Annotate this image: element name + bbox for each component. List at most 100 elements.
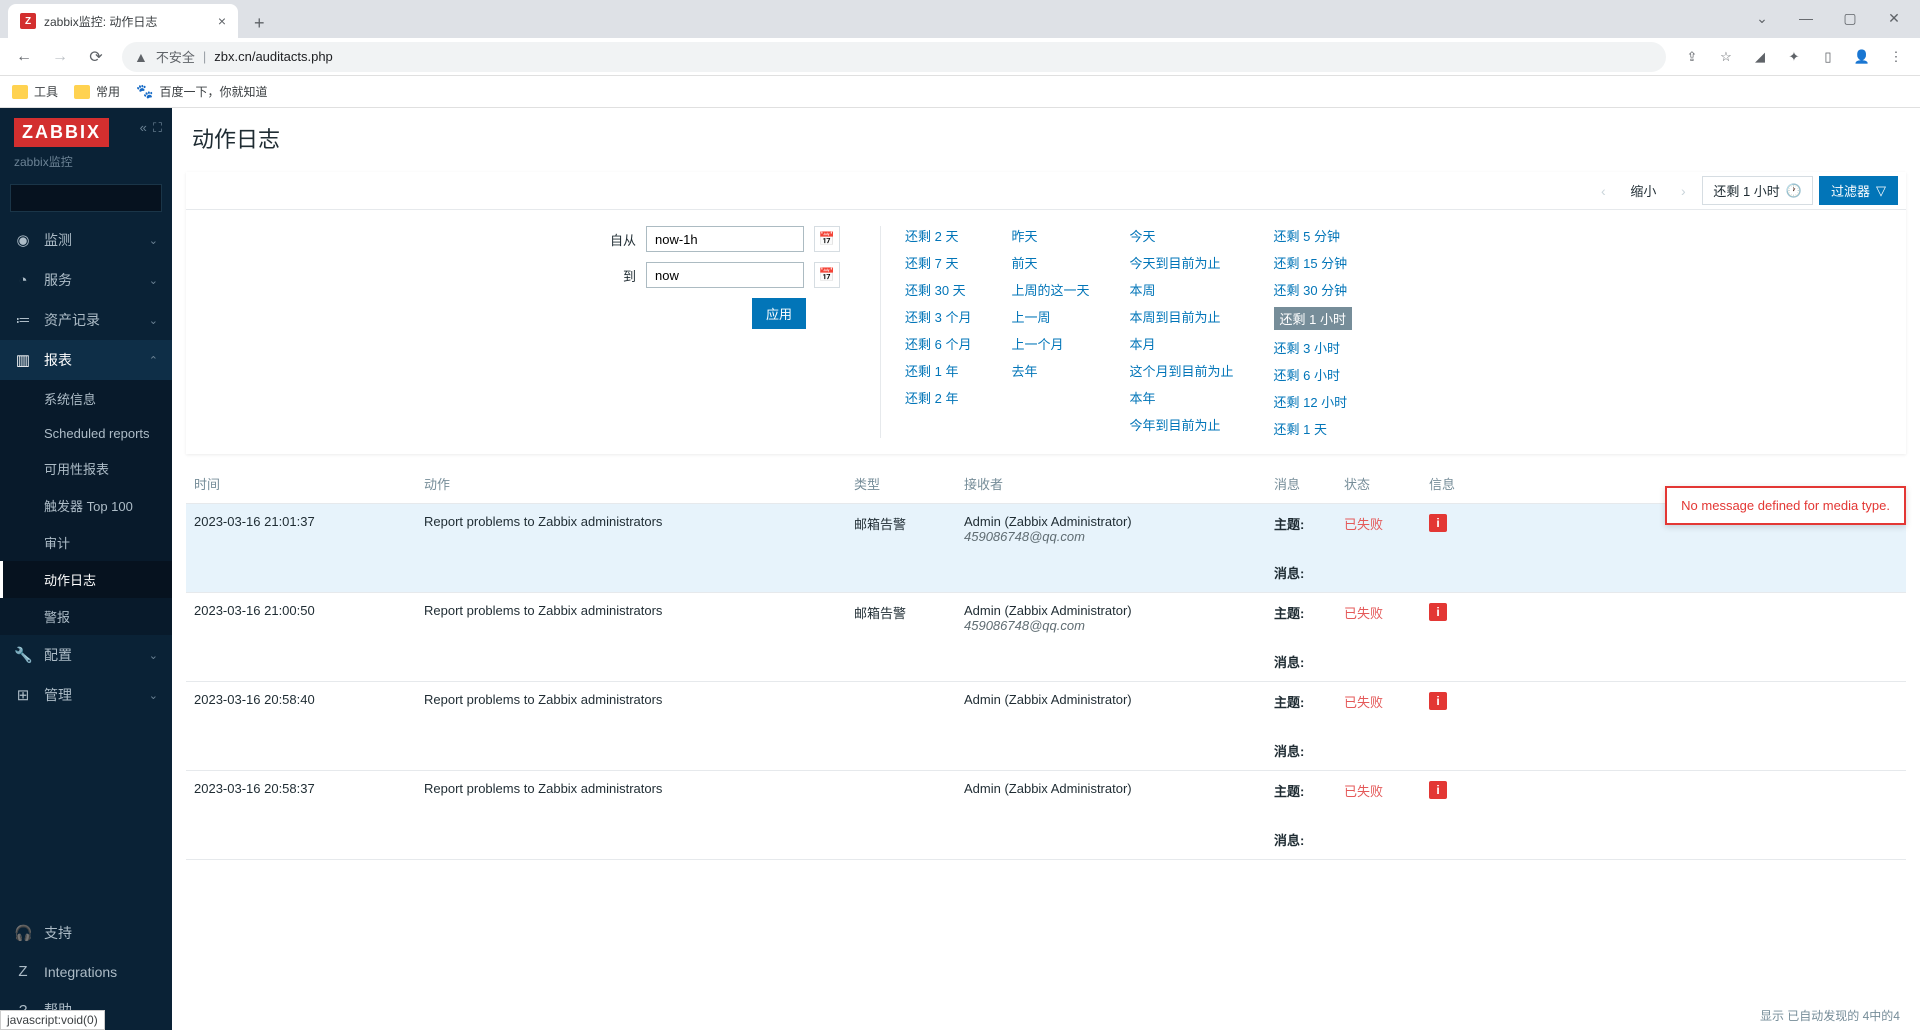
error-info-icon[interactable]: i (1429, 692, 1447, 710)
sidebar-item[interactable]: ◉监测⌄ (0, 220, 172, 260)
time-preset[interactable]: 今天 (1129, 226, 1233, 245)
time-preset[interactable]: 本月 (1129, 334, 1233, 353)
time-preset[interactable]: 还剩 1 年 (905, 361, 971, 380)
menu-icon[interactable]: ⋮ (1880, 41, 1912, 73)
time-range-tab[interactable]: 还剩 1 小时 🕐 (1702, 176, 1813, 205)
chevron-down-icon[interactable]: ⌄ (1740, 4, 1784, 32)
time-preset[interactable]: 还剩 1 天 (1274, 419, 1352, 438)
close-window-icon[interactable]: ✕ (1872, 4, 1916, 32)
profile-icon[interactable]: 👤 (1846, 41, 1878, 73)
bookmark-item[interactable]: 🐾百度一下，你就知道 (136, 83, 267, 100)
sidebar-item[interactable]: ◔服务⌄ (0, 260, 172, 300)
time-preset[interactable]: 还剩 5 分钟 (1274, 226, 1352, 245)
time-preset[interactable]: 本年 (1129, 388, 1233, 407)
time-preset[interactable]: 还剩 30 分钟 (1274, 280, 1352, 299)
time-preset[interactable]: 还剩 2 年 (905, 388, 971, 407)
share-icon[interactable]: ⇪ (1676, 41, 1708, 73)
bookmark-star-icon[interactable]: ☆ (1710, 41, 1742, 73)
devtools-icon[interactable]: ◢ (1744, 41, 1776, 73)
time-preset[interactable]: 还剩 12 小时 (1274, 392, 1352, 411)
tab-title: zabbix监控: 动作日志 (44, 13, 210, 30)
time-preset[interactable]: 还剩 6 个月 (905, 334, 971, 353)
bookmark-folder[interactable]: 工具 (12, 83, 58, 100)
collapse-icon[interactable]: « (140, 120, 147, 136)
apply-button[interactable]: 应用 (752, 298, 806, 329)
time-preset[interactable]: 本周到目前为止 (1129, 307, 1233, 326)
time-preset[interactable]: 昨天 (1011, 226, 1089, 245)
error-info-icon[interactable]: i (1429, 603, 1447, 621)
error-info-icon[interactable]: i (1429, 781, 1447, 799)
time-preset[interactable]: 上一周 (1011, 307, 1089, 326)
filter-toggle-button[interactable]: 过滤器 ▽ (1819, 176, 1898, 205)
time-preset[interactable]: 上周的这一天 (1011, 280, 1089, 299)
sidebar-subitem[interactable]: 系统信息 (0, 380, 172, 417)
time-preset[interactable]: 还剩 30 天 (905, 280, 971, 299)
browser-tab[interactable]: Z zabbix监控: 动作日志 × (8, 4, 238, 38)
minimize-icon[interactable]: — (1784, 4, 1828, 32)
col-message[interactable]: 消息 (1266, 464, 1336, 504)
sidebar-bottom-item[interactable]: 🎧支持 (0, 913, 172, 953)
time-preset[interactable]: 还剩 3 个月 (905, 307, 971, 326)
time-prev-icon[interactable]: ‹ (1590, 178, 1616, 204)
col-time[interactable]: 时间 (186, 464, 416, 504)
forward-button[interactable]: → (44, 41, 76, 73)
time-preset[interactable]: 这个月到目前为止 (1129, 361, 1233, 380)
time-preset[interactable]: 还剩 6 小时 (1274, 365, 1352, 384)
col-action[interactable]: 动作 (416, 464, 846, 504)
reload-button[interactable]: ⟳ (80, 41, 112, 73)
cell-status: 已失败 (1336, 682, 1421, 771)
menu-label: 管理 (44, 685, 72, 705)
time-preset[interactable]: 本周 (1129, 280, 1233, 299)
time-preset[interactable]: 今年到目前为止 (1129, 415, 1233, 434)
cell-status: 已失败 (1336, 593, 1421, 682)
new-tab-button[interactable]: + (246, 9, 273, 38)
sidebar-subitem[interactable]: Scheduled reports (0, 417, 172, 450)
tab-close-icon[interactable]: × (218, 13, 226, 29)
cell-time: 2023-03-16 21:00:50 (186, 593, 416, 682)
folder-icon (12, 85, 28, 99)
from-input[interactable] (646, 226, 804, 252)
logo[interactable]: ZABBIX (14, 118, 109, 147)
sidebar-subitem[interactable]: 动作日志 (0, 561, 172, 598)
time-preset[interactable]: 今天到目前为止 (1129, 253, 1233, 272)
time-preset[interactable]: 还剩 2 天 (905, 226, 971, 245)
maximize-icon[interactable]: ▢ (1828, 4, 1872, 32)
time-preset[interactable]: 还剩 1 小时 (1274, 307, 1352, 330)
sidebar-item[interactable]: 🔧配置⌄ (0, 635, 172, 675)
error-info-icon[interactable]: i (1429, 514, 1447, 532)
sidebar-subitem[interactable]: 审计 (0, 524, 172, 561)
side-panel-icon[interactable]: ▯ (1812, 41, 1844, 73)
calendar-icon[interactable]: 📅 (814, 226, 840, 252)
time-preset[interactable]: 还剩 7 天 (905, 253, 971, 272)
time-next-icon[interactable]: › (1670, 178, 1696, 204)
from-label: 自从 (610, 230, 636, 249)
col-type[interactable]: 类型 (846, 464, 956, 504)
col-recipient[interactable]: 接收者 (956, 464, 1266, 504)
extensions-icon[interactable]: ✦ (1778, 41, 1810, 73)
sidebar-item[interactable]: ⊞管理⌄ (0, 675, 172, 715)
error-tooltip: No message defined for media type. (1665, 486, 1906, 525)
time-preset[interactable]: 还剩 3 小时 (1274, 338, 1352, 357)
time-preset[interactable]: 上一个月 (1011, 334, 1089, 353)
zoom-out-button[interactable]: 缩小 (1622, 177, 1664, 204)
sidebar-subitem[interactable]: 触发器 Top 100 (0, 487, 172, 524)
to-input[interactable] (646, 262, 804, 288)
sidebar-item[interactable]: ▥报表⌃ (0, 340, 172, 380)
sidebar-bottom-item[interactable]: ZIntegrations (0, 953, 172, 990)
sidebar-subitem[interactable]: 警报 (0, 598, 172, 635)
cell-recipient: Admin (Zabbix Administrator) (956, 771, 1266, 860)
expand-icon[interactable]: ⛶ (153, 120, 162, 136)
calendar-icon[interactable]: 📅 (814, 262, 840, 288)
time-preset[interactable]: 前天 (1011, 253, 1089, 272)
to-label: 到 (623, 266, 636, 285)
col-status[interactable]: 状态 (1336, 464, 1421, 504)
search-input[interactable] (19, 191, 174, 205)
back-button[interactable]: ← (8, 41, 40, 73)
bookmark-folder[interactable]: 常用 (74, 83, 120, 100)
url-input[interactable]: ▲ 不安全 | zbx.cn/auditacts.php (122, 42, 1666, 72)
sidebar-search[interactable]: 🔍 (10, 184, 162, 212)
sidebar-item[interactable]: ≔资产记录⌄ (0, 300, 172, 340)
sidebar-subitem[interactable]: 可用性报表 (0, 450, 172, 487)
time-preset[interactable]: 去年 (1011, 361, 1089, 380)
time-preset[interactable]: 还剩 15 分钟 (1274, 253, 1352, 272)
